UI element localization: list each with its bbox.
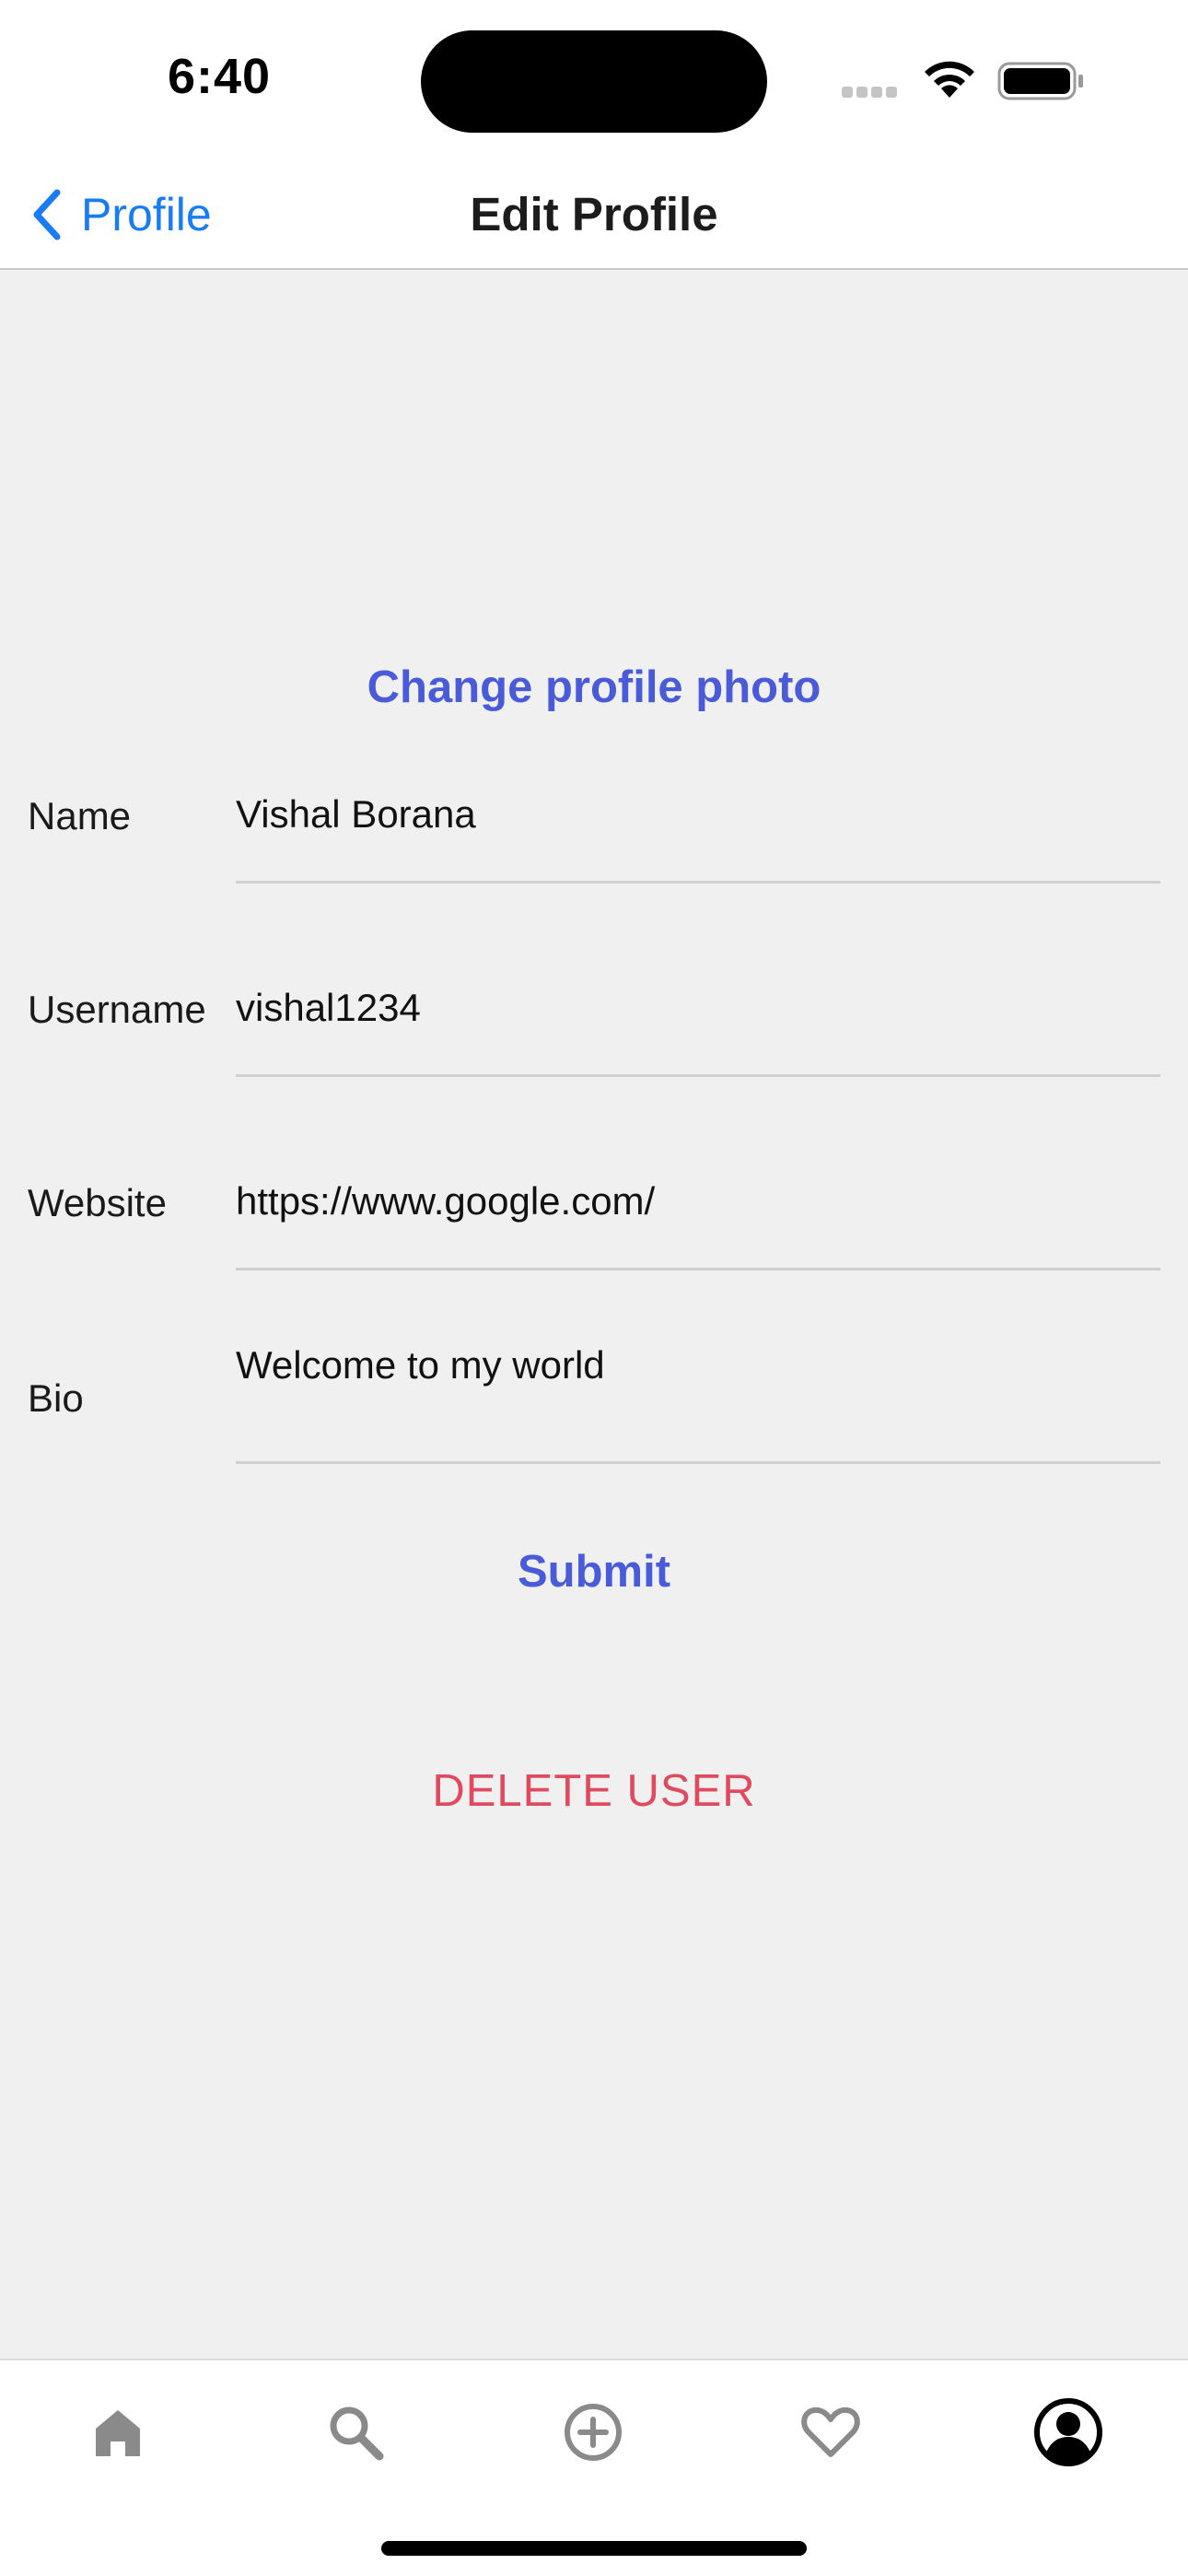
bio-label: Bio — [28, 1376, 84, 1420]
username-label: Username — [28, 988, 206, 1031]
back-button[interactable]: Profile — [28, 180, 212, 250]
username-underline — [236, 1074, 1160, 1077]
profile-icon — [1034, 2398, 1102, 2466]
status-time: 6:40 — [168, 49, 272, 104]
tab-search[interactable] — [319, 2395, 392, 2469]
tab-home[interactable] — [81, 2395, 155, 2469]
submit-button[interactable]: Submit — [0, 1546, 1188, 1598]
name-input[interactable] — [236, 778, 1160, 851]
tab-activity[interactable] — [794, 2395, 868, 2469]
change-profile-photo-button[interactable]: Change profile photo — [0, 662, 1188, 713]
website-label: Website — [28, 1181, 167, 1224]
chevron-left-icon — [33, 189, 61, 240]
bio-underline — [236, 1461, 1160, 1464]
signal-icon — [842, 86, 906, 99]
username-input[interactable] — [236, 971, 1160, 1045]
add-circle-icon — [565, 2404, 622, 2461]
status-bar: 6:40 — [0, 0, 1188, 161]
bio-input[interactable] — [236, 1329, 1160, 1402]
wifi-icon — [925, 61, 974, 98]
username-row: Username — [0, 967, 1188, 1161]
name-label: Name — [28, 794, 132, 837]
delete-user-button[interactable]: DELETE USER — [0, 1765, 1188, 1817]
website-underline — [236, 1268, 1160, 1270]
name-row: Name — [0, 774, 1188, 967]
bio-row: Bio — [0, 1329, 1188, 1539]
edit-profile-screen: 6:40 Edit Profile Profile Change profile… — [0, 0, 1188, 2576]
back-button-label: Profile — [81, 189, 212, 240]
dynamic-island — [421, 30, 767, 133]
home-indicator — [381, 2541, 807, 2556]
navigation-bar: Edit Profile Profile — [0, 161, 1188, 270]
home-icon — [96, 2410, 140, 2456]
heart-icon — [801, 2406, 860, 2457]
website-row: Website — [0, 1161, 1188, 1354]
tab-add[interactable] — [556, 2395, 630, 2469]
website-input[interactable] — [236, 1165, 1160, 1238]
search-icon — [330, 2406, 384, 2461]
name-underline — [236, 881, 1160, 884]
battery-icon — [997, 62, 1083, 100]
tab-profile[interactable] — [1031, 2395, 1105, 2469]
